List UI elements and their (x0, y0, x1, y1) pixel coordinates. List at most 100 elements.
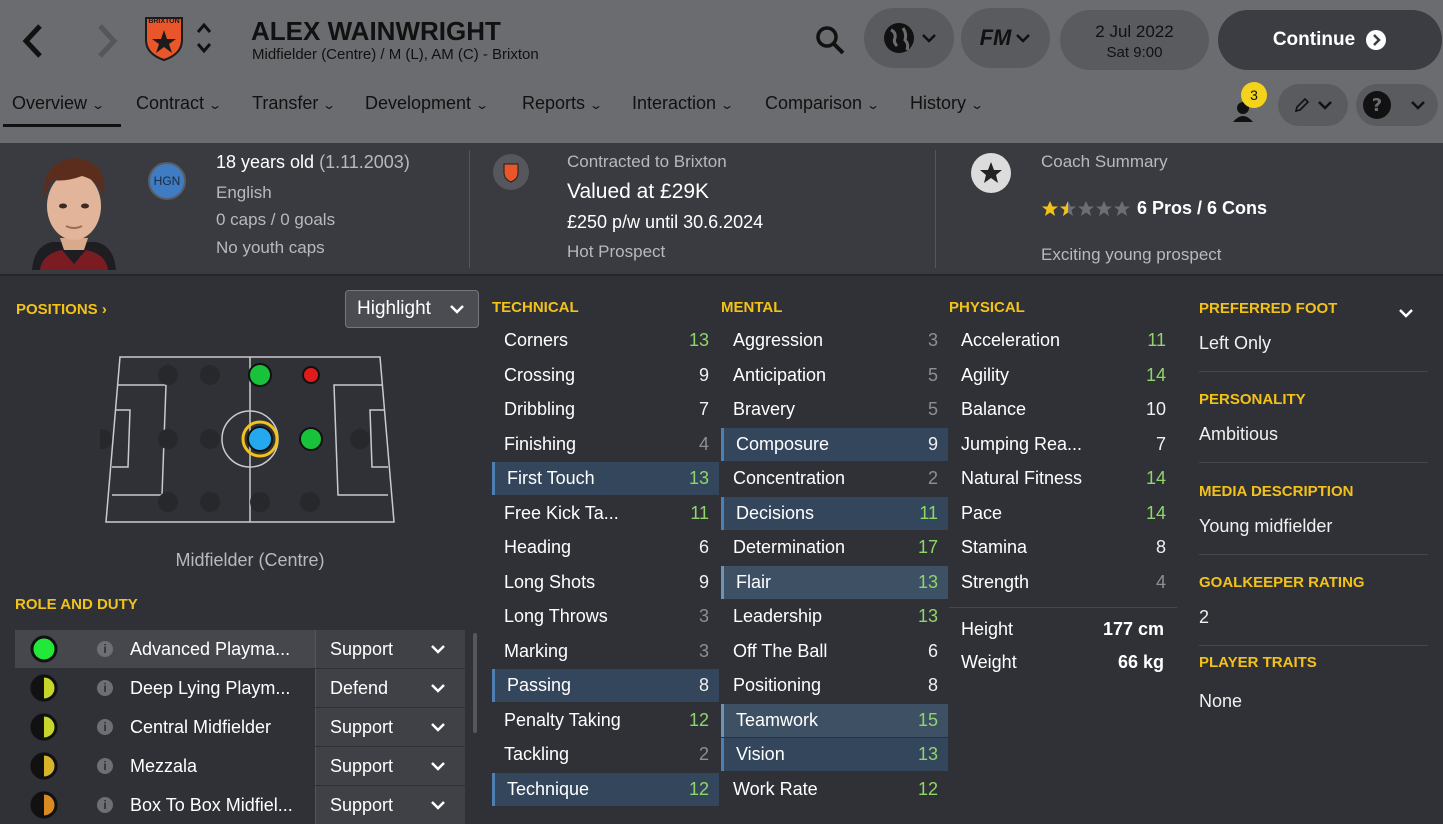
attribute-name: Flair (736, 571, 771, 592)
duty-label: Support (330, 755, 394, 776)
attribute-name: Jumping Rea... (961, 433, 1083, 454)
duty-dropdown[interactable]: Defend (315, 669, 465, 707)
chevron-down-icon[interactable] (1397, 306, 1415, 324)
positions-title[interactable]: POSITIONS › (16, 301, 107, 318)
physical-attribute-row[interactable]: Balance 10 (949, 393, 1176, 426)
media-description-title: MEDIA DESCRIPTION (1199, 483, 1354, 500)
help-menu-button[interactable]: ? (1356, 84, 1438, 126)
nation-code: HGN (153, 174, 181, 188)
mental-attribute-row[interactable]: Vision 13 (721, 738, 948, 771)
mental-attribute-row[interactable]: Determination 17 (721, 531, 948, 564)
mental-attribute-row[interactable]: Leadership 13 (721, 600, 948, 633)
personality-title: PERSONALITY (1199, 391, 1306, 408)
attribute-value: 11 (690, 502, 709, 523)
tab-interaction[interactable]: Interaction ⌄ (632, 93, 734, 114)
world-menu-button[interactable] (864, 8, 954, 68)
technical-title: TECHNICAL (492, 299, 579, 316)
technical-attribute-row[interactable]: Technique 12 (492, 772, 719, 806)
info-icon[interactable]: i (97, 719, 113, 735)
attribute-name: Technique (507, 778, 590, 799)
pros-cons[interactable]: 6 Pros / 6 Cons (1137, 198, 1267, 219)
duty-dropdown[interactable]: Support (315, 747, 465, 785)
role-row[interactable]: i Deep Lying Playm... Defend (15, 669, 465, 707)
info-icon[interactable]: i (97, 797, 113, 813)
technical-attribute-row[interactable]: Finishing 4 (492, 428, 719, 461)
mental-attribute-row[interactable]: Aggression 3 (721, 324, 948, 357)
tab-contract[interactable]: Contract ⌄ (136, 93, 222, 114)
continue-button[interactable]: Continue (1218, 10, 1442, 70)
coach-description: Exciting young prospect (1041, 245, 1222, 264)
tab-label: Interaction (632, 93, 717, 113)
role-suitability-icon (30, 752, 58, 780)
tab-overview[interactable]: Overview ⌄ (12, 93, 105, 114)
physical-attribute-row[interactable]: Natural Fitness 14 (949, 462, 1176, 495)
technical-attribute-row[interactable]: Crossing 9 (492, 359, 719, 392)
mental-attribute-row[interactable]: Concentration 2 (721, 462, 948, 495)
technical-attribute-row[interactable]: Dribbling 7 (492, 393, 719, 426)
tab-label: Reports (522, 93, 586, 113)
nation-badge[interactable]: HGN (147, 155, 187, 201)
attribute-value: 14 (1145, 468, 1166, 488)
role-row[interactable]: i Mezzala Support (15, 747, 465, 785)
chevron-down-icon (431, 762, 445, 771)
physical-attribute-row[interactable]: Stamina 8 (949, 531, 1176, 564)
mental-attribute-row[interactable]: Work Rate 12 (721, 773, 948, 806)
tab-transfer[interactable]: Transfer ⌄ (252, 93, 336, 114)
mental-attribute-row[interactable]: Anticipation 5 (721, 359, 948, 392)
physical-attribute-row[interactable]: Acceleration 11 (949, 324, 1176, 357)
role-duty-title: ROLE AND DUTY (15, 596, 138, 613)
technical-attribute-row[interactable]: Long Shots 9 (492, 566, 719, 599)
highlight-dropdown[interactable]: Highlight (345, 290, 479, 328)
info-icon[interactable]: i (97, 641, 113, 657)
duty-dropdown[interactable]: Support (315, 708, 465, 746)
technical-attribute-row[interactable]: Heading 6 (492, 531, 719, 564)
mental-attribute-row[interactable]: Positioning 8 (721, 669, 948, 702)
mental-attribute-row[interactable]: Flair 13 (721, 565, 948, 599)
role-suitability-icon (30, 635, 58, 663)
mental-attribute-row[interactable]: Off The Ball 6 (721, 635, 948, 668)
mental-attribute-row[interactable]: Composure 9 (721, 427, 948, 461)
role-row[interactable]: i Advanced Playma... Support (15, 630, 465, 668)
duty-dropdown[interactable]: Support (315, 786, 465, 824)
staff-notifications-button[interactable]: 3 (1229, 82, 1269, 124)
role-row[interactable]: i Box To Box Midfiel... Support (15, 786, 465, 824)
physical-attribute-row[interactable]: Jumping Rea... 7 (949, 428, 1176, 461)
duty-dropdown[interactable]: Support (315, 630, 465, 668)
physical-attribute-row[interactable]: Strength 4 (949, 566, 1176, 599)
technical-attribute-row[interactable]: Passing 8 (492, 669, 719, 702)
scrollbar[interactable] (473, 633, 477, 733)
date-display[interactable]: 2 Jul 2022 Sat 9:00 (1060, 10, 1209, 70)
edit-menu-button[interactable] (1278, 84, 1348, 126)
technical-attribute-row[interactable]: Marking 3 (492, 635, 719, 668)
forward-arrow-icon[interactable] (94, 22, 120, 65)
technical-attribute-row[interactable]: Free Kick Ta... 11 (492, 497, 719, 530)
mental-attribute-row[interactable]: Bravery 5 (721, 393, 948, 426)
tab-comparison[interactable]: Comparison ⌄ (765, 93, 880, 114)
mental-attribute-row[interactable]: Decisions 11 (721, 496, 948, 530)
player-switch-icon[interactable] (195, 20, 213, 61)
info-icon[interactable]: i (97, 758, 113, 774)
tab-reports[interactable]: Reports ⌄ (522, 93, 603, 114)
technical-attribute-row[interactable]: Long Throws 3 (492, 600, 719, 633)
club-badge[interactable]: BRIXTON (142, 14, 186, 62)
tab-history[interactable]: History ⌄ (910, 93, 984, 114)
technical-attribute-row[interactable]: Corners 13 (492, 324, 719, 357)
fm-menu-button[interactable]: FM (961, 8, 1050, 68)
attribute-name: Agility (961, 364, 1010, 385)
technical-attribute-row[interactable]: Penalty Taking 12 (492, 704, 719, 737)
back-arrow-icon[interactable] (20, 22, 46, 67)
role-name: Deep Lying Playm... (130, 677, 291, 698)
attribute-name: Finishing (504, 433, 577, 454)
contracted-to: Contracted to Brixton (567, 152, 727, 171)
physical-attribute-row[interactable]: Agility 14 (949, 359, 1176, 392)
search-icon[interactable] (814, 24, 846, 61)
mental-attribute-row[interactable]: Teamwork 15 (721, 703, 948, 737)
physical-attribute-row[interactable]: Pace 14 (949, 497, 1176, 530)
technical-attribute-row[interactable]: Tackling 2 (492, 738, 719, 771)
attribute-value: 3 (698, 606, 709, 626)
info-icon[interactable]: i (97, 680, 113, 696)
highlight-label: Highlight (357, 298, 431, 319)
role-row[interactable]: i Central Midfielder Support (15, 708, 465, 746)
tab-development[interactable]: Development ⌄ (365, 93, 489, 114)
technical-attribute-row[interactable]: First Touch 13 (492, 462, 719, 495)
